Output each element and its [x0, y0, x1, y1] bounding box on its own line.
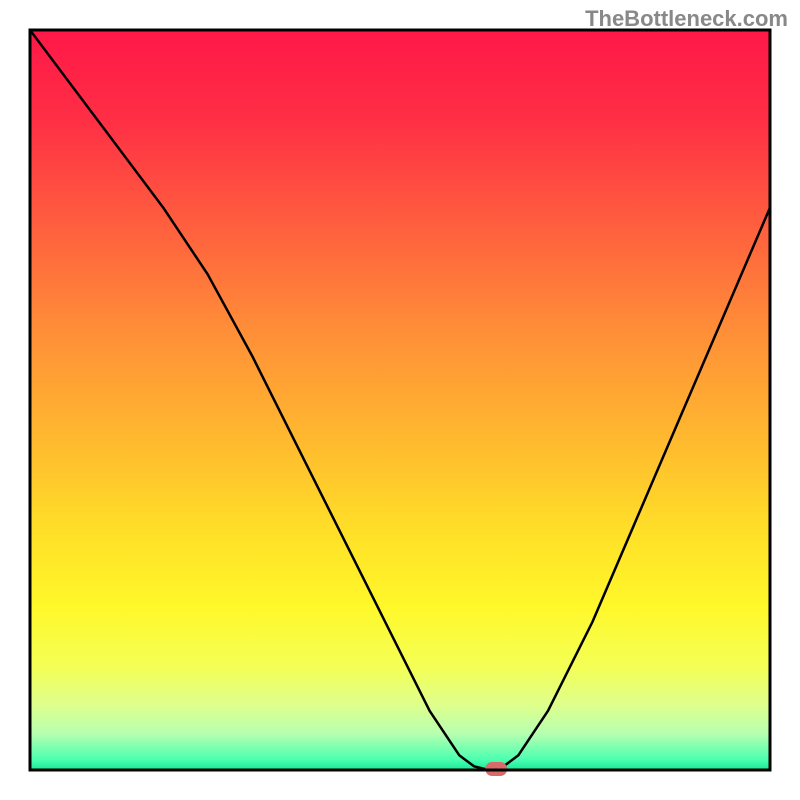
watermark-text: TheBottleneck.com [585, 6, 788, 32]
bottleneck-chart [0, 0, 800, 800]
plot-background [30, 30, 770, 770]
chart-container: TheBottleneck.com [0, 0, 800, 800]
